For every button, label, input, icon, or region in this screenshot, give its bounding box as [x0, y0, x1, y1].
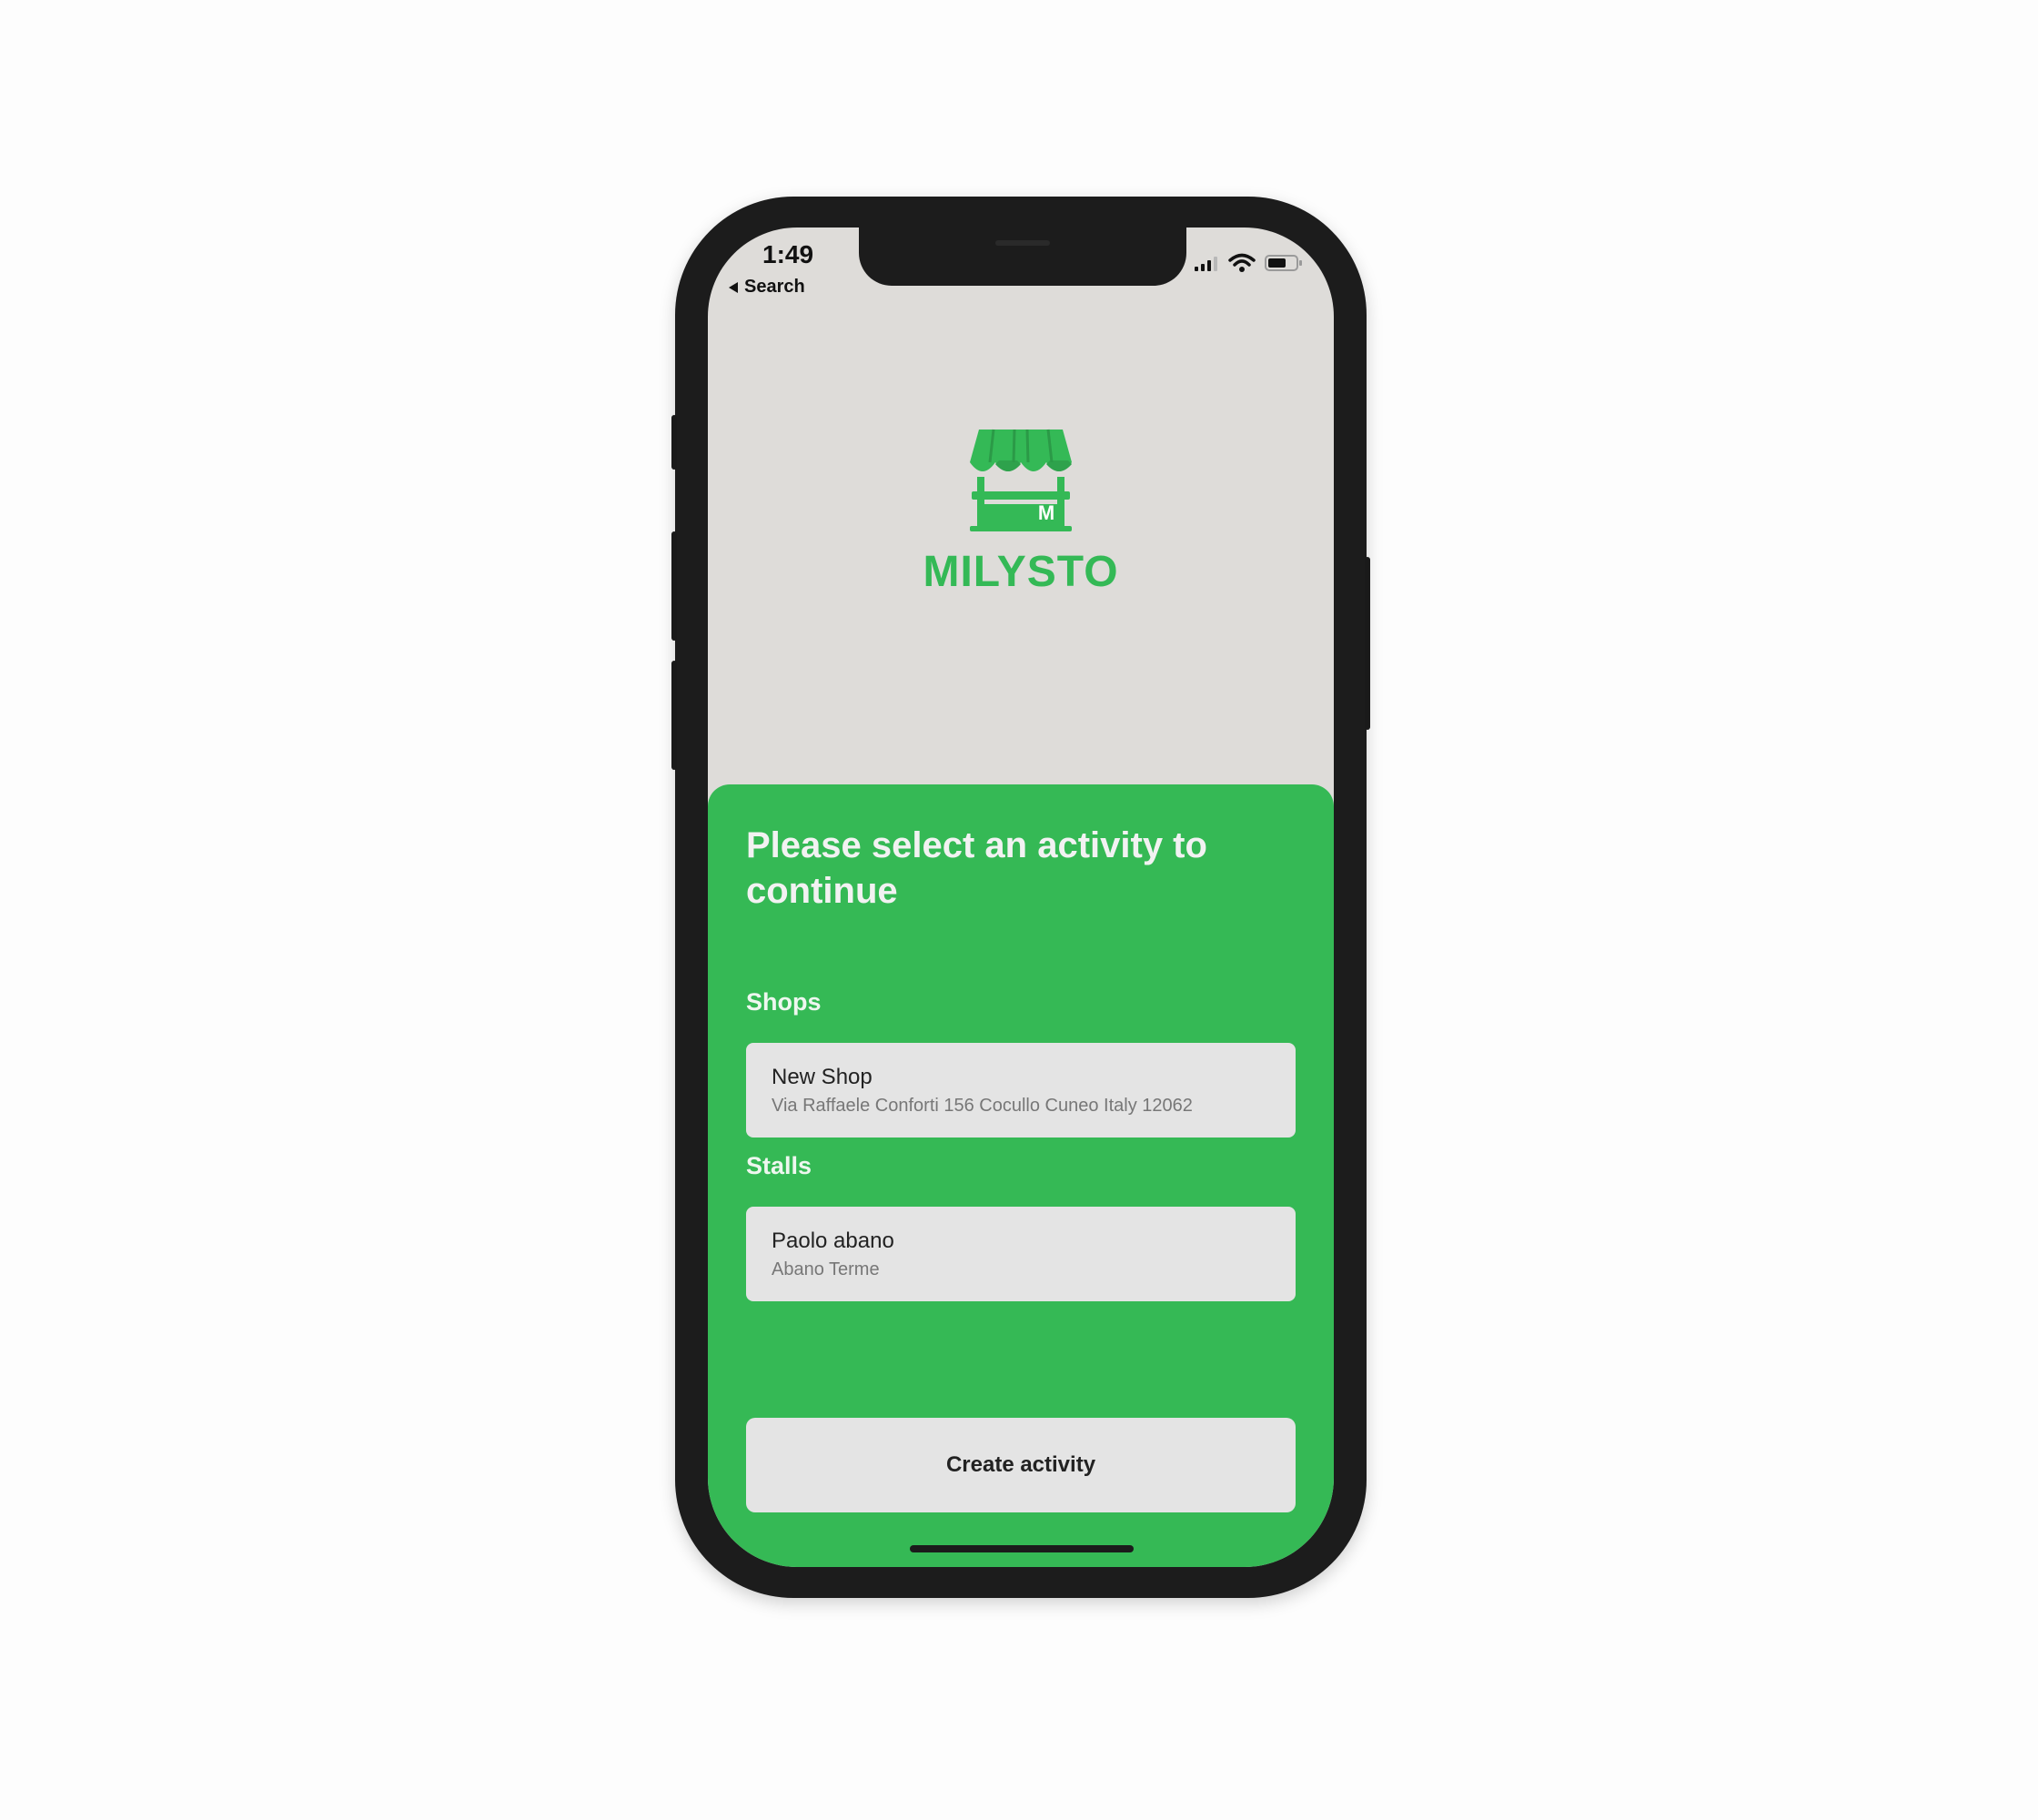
activity-sheet: Please select an activity to continue Sh…	[708, 784, 1334, 1567]
volume-up-button	[671, 531, 677, 641]
stall-name: Paolo abano	[772, 1228, 894, 1253]
back-to-search-link[interactable]: Search	[728, 277, 805, 298]
phone-screen: 1:49 Search M MILYSTO Please select an a…	[708, 228, 1334, 1567]
create-activity-button[interactable]: Create activity	[746, 1418, 1296, 1512]
stall-card[interactable]: Paolo abano Abano Terme	[746, 1207, 1296, 1301]
status-icons	[1194, 253, 1303, 273]
phone-frame: 1:49 Search M MILYSTO Please select an a…	[671, 197, 1370, 1598]
notch	[859, 228, 1186, 286]
battery-icon	[1265, 255, 1302, 271]
brand-name: MILYSTO	[923, 548, 1119, 596]
silent-switch	[671, 415, 677, 470]
home-indicator[interactable]	[910, 1545, 1134, 1552]
stage: 1:49 Search M MILYSTO Please select an a…	[0, 0, 2038, 1820]
logo-badge-letter: M	[1038, 501, 1054, 524]
stalls-section-label: Stalls	[746, 1152, 812, 1179]
back-label: Search	[744, 277, 805, 297]
shops-section-label: Shops	[746, 988, 822, 1016]
wifi-icon	[1228, 253, 1256, 272]
back-triangle-icon	[729, 281, 738, 293]
shop-card[interactable]: New Shop Via Raffaele Conforti 156 Cocul…	[746, 1043, 1296, 1138]
cellular-signal-icon	[1195, 257, 1217, 271]
milysto-logo: M MILYSTO	[708, 428, 1334, 597]
sheet-title: Please select an activity to continue	[746, 825, 1207, 911]
speaker	[995, 240, 1050, 246]
shop-name: New Shop	[772, 1065, 873, 1089]
power-button	[1365, 557, 1370, 730]
status-time: 1:49	[762, 240, 814, 268]
stall-address: Abano Terme	[772, 1259, 880, 1279]
volume-down-button	[671, 661, 677, 770]
market-stall-icon: M	[970, 429, 1072, 531]
shop-address: Via Raffaele Conforti 156 Cocullo Cuneo …	[772, 1096, 1193, 1116]
